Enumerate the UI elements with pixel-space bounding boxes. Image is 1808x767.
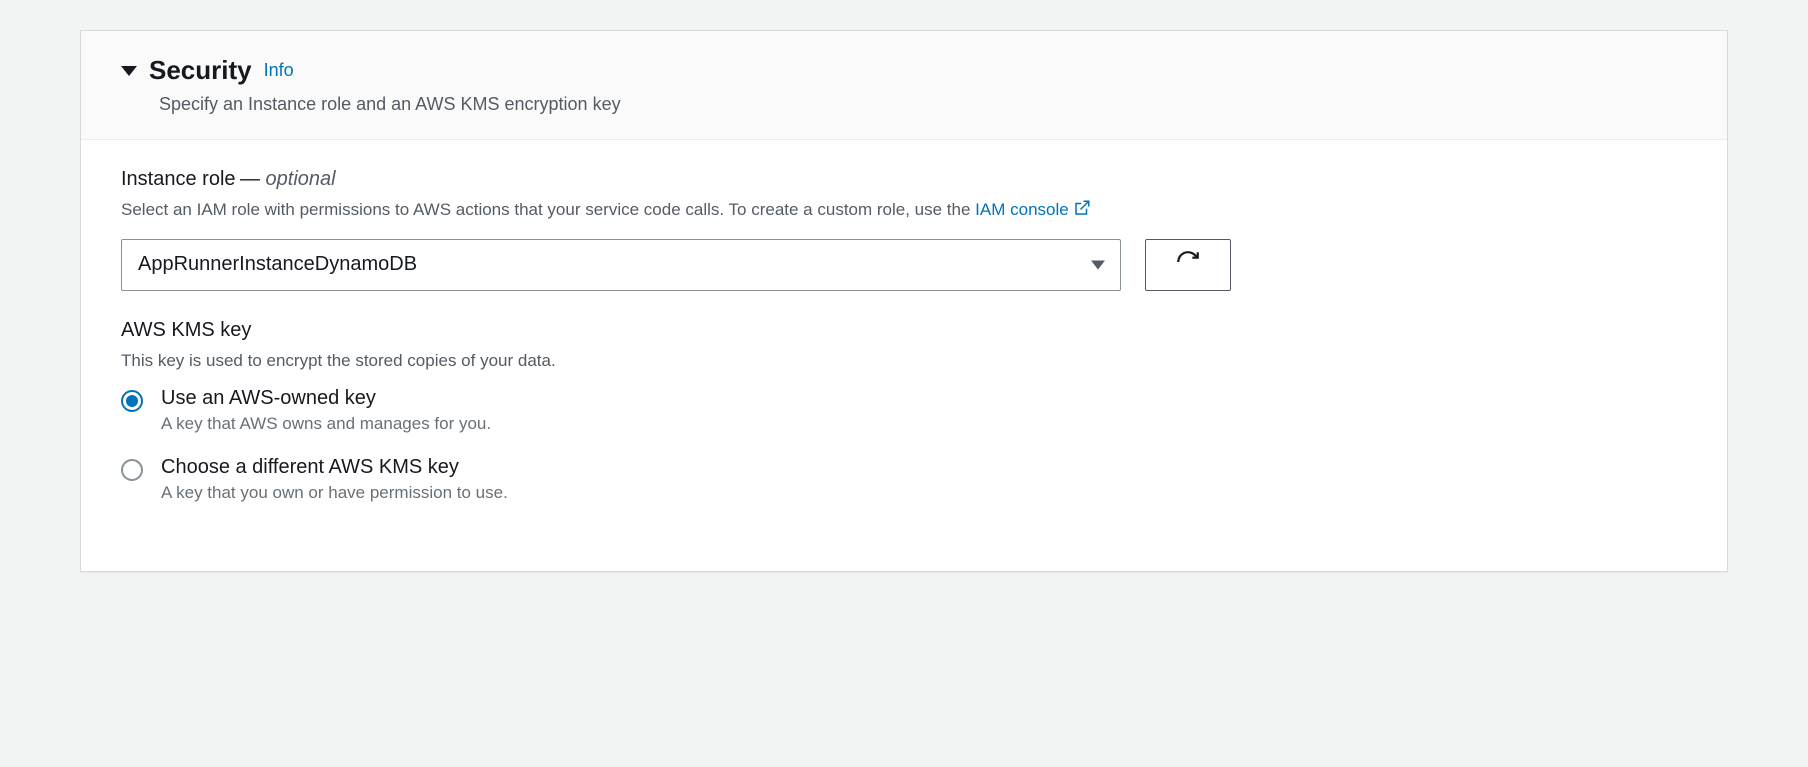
kms-option-label: Use an AWS-owned key bbox=[161, 387, 491, 410]
kms-option-desc: A key that you own or have permission to… bbox=[161, 483, 508, 503]
refresh-button[interactable] bbox=[1145, 239, 1231, 291]
kms-help: This key is used to encrypt the stored c… bbox=[121, 348, 1687, 374]
instance-role-help-text: Select an IAM role with permissions to A… bbox=[121, 200, 975, 219]
instance-role-group: Instance role — optional Select an IAM r… bbox=[121, 168, 1687, 291]
iam-console-link[interactable]: IAM console bbox=[975, 200, 1091, 219]
label-dash: — bbox=[240, 168, 266, 190]
instance-role-label: Instance role bbox=[121, 168, 236, 190]
security-panel: Security Info Specify an Instance role a… bbox=[80, 30, 1728, 572]
instance-role-select-value: AppRunnerInstanceDynamoDB bbox=[121, 239, 1121, 291]
external-link-icon bbox=[1073, 199, 1091, 225]
instance-role-label-row: Instance role — optional bbox=[121, 168, 1687, 191]
instance-role-select[interactable]: AppRunnerInstanceDynamoDB bbox=[121, 239, 1121, 291]
kms-option-choose-different[interactable]: Choose a different AWS KMS key A key tha… bbox=[121, 456, 1687, 503]
refresh-icon bbox=[1175, 249, 1201, 280]
kms-label: AWS KMS key bbox=[121, 319, 251, 341]
header-title-row: Security Info bbox=[121, 55, 1687, 86]
kms-label-row: AWS KMS key bbox=[121, 319, 1687, 342]
panel-body: Instance role — optional Select an IAM r… bbox=[81, 140, 1727, 571]
optional-tag: optional bbox=[266, 168, 336, 190]
kms-option-desc: A key that AWS owns and manages for you. bbox=[161, 414, 491, 434]
radio-icon bbox=[121, 390, 143, 412]
instance-role-help: Select an IAM role with permissions to A… bbox=[121, 197, 1687, 225]
info-link[interactable]: Info bbox=[264, 60, 294, 81]
collapse-caret-icon[interactable] bbox=[121, 66, 137, 76]
section-description: Specify an Instance role and an AWS KMS … bbox=[159, 94, 1687, 115]
kms-option-aws-owned[interactable]: Use an AWS-owned key A key that AWS owns… bbox=[121, 387, 1687, 434]
radio-icon bbox=[121, 459, 143, 481]
instance-role-select-row: AppRunnerInstanceDynamoDB bbox=[121, 239, 1687, 291]
radio-body: Use an AWS-owned key A key that AWS owns… bbox=[161, 387, 491, 434]
kms-group: AWS KMS key This key is used to encrypt … bbox=[121, 319, 1687, 504]
kms-option-label: Choose a different AWS KMS key bbox=[161, 456, 508, 479]
panel-header: Security Info Specify an Instance role a… bbox=[81, 31, 1727, 140]
iam-console-link-text: IAM console bbox=[975, 200, 1069, 219]
section-title: Security bbox=[149, 55, 252, 86]
radio-body: Choose a different AWS KMS key A key tha… bbox=[161, 456, 508, 503]
